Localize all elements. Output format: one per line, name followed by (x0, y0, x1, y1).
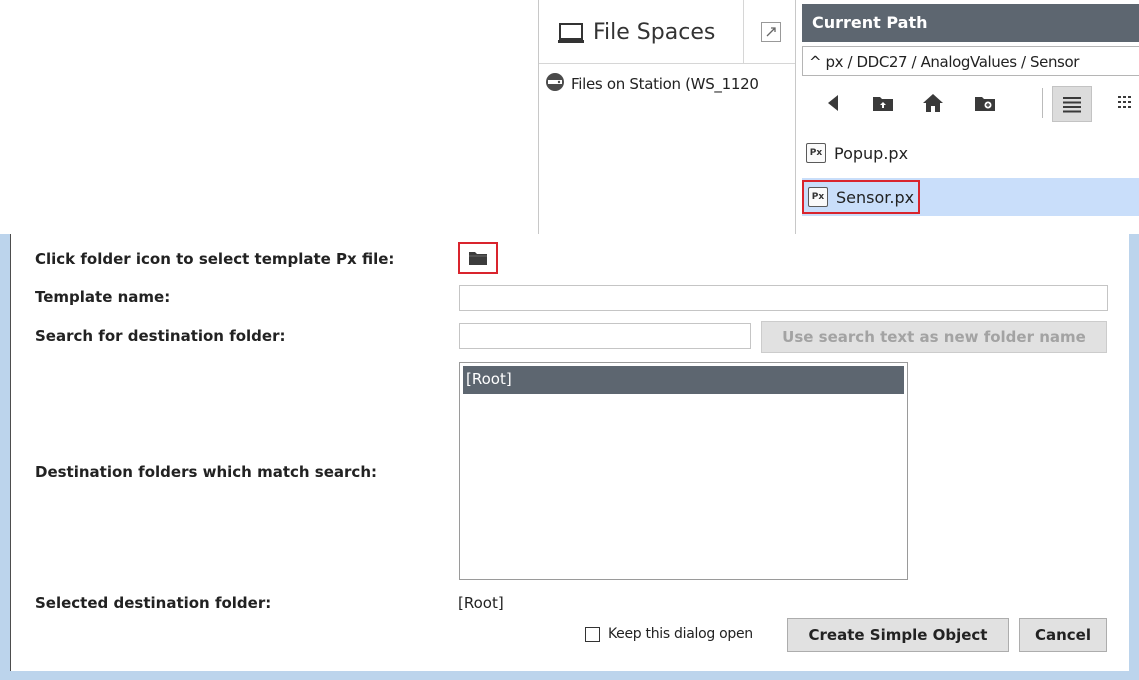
tab-divider (743, 0, 744, 64)
current-path-panel: Current Path ^ px / DDC27 / AnalogValues… (795, 0, 1139, 234)
expand-icon[interactable] (761, 22, 781, 42)
folder-up-icon (873, 97, 893, 111)
template-name-label: Template name: (35, 288, 171, 306)
back-button[interactable] (820, 90, 846, 116)
file-row-content: Px Popup.px (802, 136, 912, 170)
folder-search-input[interactable] (459, 323, 751, 349)
file-space-item-station[interactable]: Files on Station (WS_1120 (545, 72, 759, 96)
back-arrow-icon (828, 95, 838, 111)
folder-list-item[interactable]: [Root] (463, 366, 904, 394)
home-button[interactable] (920, 90, 946, 116)
file-name: Popup.px (834, 143, 909, 163)
up-folder-button[interactable] (870, 90, 896, 116)
file-space-item-label: Files on Station (WS_1120 (571, 75, 759, 93)
monitor-icon (557, 22, 585, 50)
use-search-text-button[interactable]: Use search text as new folder name (761, 321, 1107, 353)
toolbar-divider (1042, 88, 1043, 118)
list-view-button[interactable] (1052, 86, 1092, 122)
current-path-field[interactable]: ^ px / DDC27 / AnalogValues / Sensor (802, 46, 1139, 76)
navigation-toolbar (802, 82, 1139, 124)
dialog-body: Click folder icon to select template Px … (10, 234, 1129, 671)
file-spaces-tab[interactable]: File Spaces (539, 0, 795, 64)
details-view-button[interactable] (1114, 90, 1139, 116)
grid-view-icon (1118, 96, 1131, 108)
cancel-button[interactable]: Cancel (1019, 618, 1107, 652)
keep-open-toggle[interactable]: Keep this dialog open (585, 626, 753, 642)
matching-folders-label: Destination folders which match search: (35, 463, 377, 481)
template-file-label: Click folder icon to select template Px … (35, 250, 395, 268)
px-file-icon: Px (808, 187, 828, 207)
list-view-icon (1063, 97, 1081, 113)
template-name-input[interactable] (459, 285, 1108, 311)
keep-open-checkbox[interactable] (585, 626, 600, 642)
home-icon (923, 94, 943, 112)
px-file-icon: Px (806, 143, 826, 163)
select-template-button[interactable] (458, 242, 498, 274)
file-spaces-title: File Spaces (593, 20, 716, 45)
selected-folder-value: [Root] (458, 594, 504, 612)
station-files-icon (545, 72, 565, 96)
file-row-popup[interactable]: Px Popup.px (802, 134, 1139, 172)
new-folder-button[interactable] (972, 90, 998, 116)
file-row-content-highlighted: Px Sensor.px (802, 180, 921, 214)
create-simple-object-button[interactable]: Create Simple Object (787, 618, 1009, 652)
current-path-header: Current Path (802, 4, 1139, 42)
current-path-text: ^ px / DDC27 / AnalogValues / Sensor (809, 53, 1080, 71)
simple-object-dialog: Click folder icon to select template Px … (0, 234, 1139, 680)
keep-open-label: Keep this dialog open (608, 626, 753, 642)
search-folder-label: Search for destination folder: (35, 327, 286, 345)
current-path-title: Current Path (812, 13, 928, 32)
new-folder-icon (975, 97, 995, 111)
file-spaces-panel: File Spaces Files on Station (WS_1120 (538, 0, 795, 234)
file-row-sensor[interactable]: Px Sensor.px (802, 178, 1139, 216)
destination-folders-list[interactable]: [Root] (459, 362, 908, 580)
folder-icon (469, 252, 487, 265)
selected-folder-label: Selected destination folder: (35, 594, 272, 612)
file-name: Sensor.px (836, 187, 915, 207)
